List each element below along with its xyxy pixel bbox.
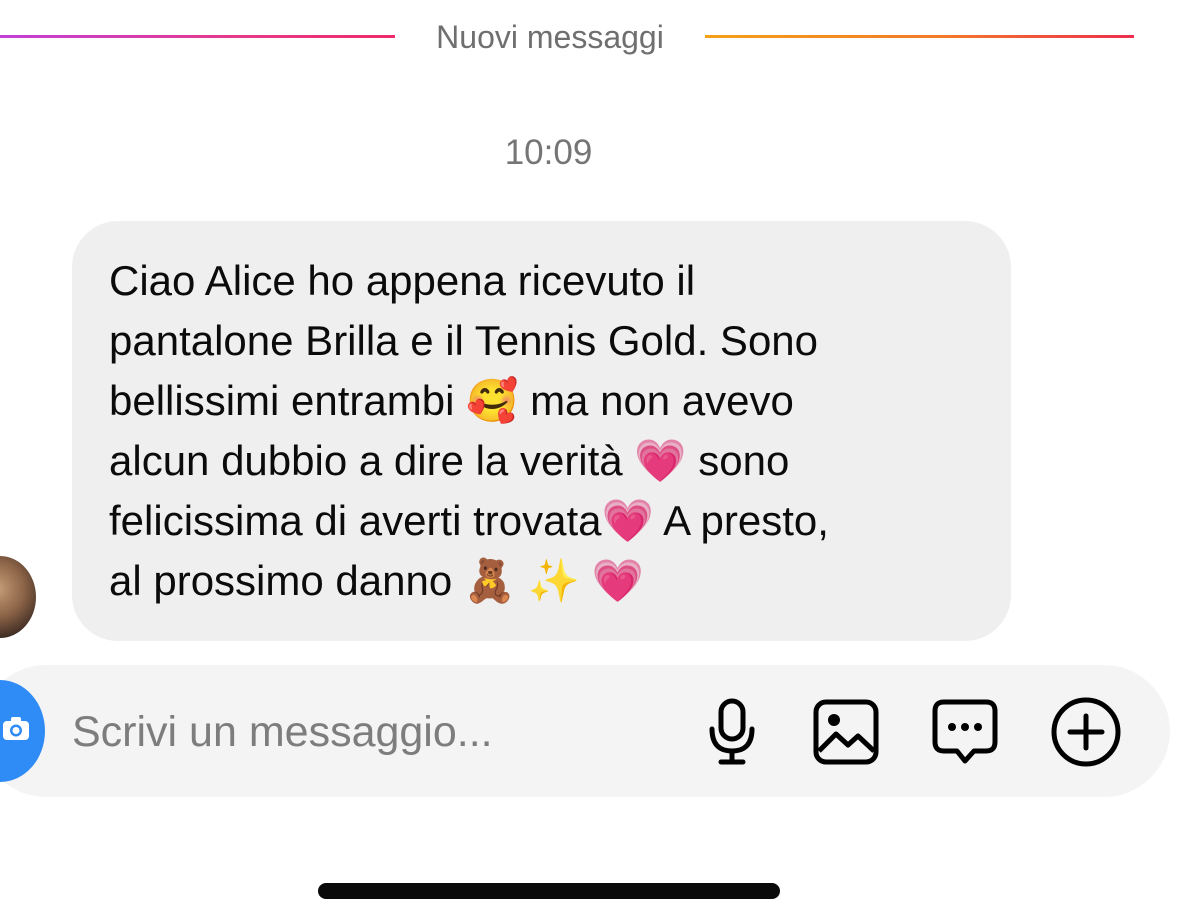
more-options-button[interactable] xyxy=(1048,694,1124,770)
sender-avatar[interactable] xyxy=(0,556,36,638)
gallery-button[interactable] xyxy=(808,694,884,770)
gallery-icon xyxy=(812,698,880,766)
chat-screen: Nuovi messaggi 10:09 Ciao Alice ho appen… xyxy=(0,0,1194,923)
message-bubble[interactable]: Ciao Alice ho appena ricevuto il pantalo… xyxy=(72,221,1011,641)
message-input[interactable] xyxy=(72,695,632,769)
new-messages-divider-left xyxy=(0,35,395,38)
new-messages-divider-right xyxy=(705,35,1134,38)
sticker-button[interactable] xyxy=(927,694,1003,770)
camera-icon xyxy=(1,714,31,749)
new-messages-divider-label: Nuovi messaggi xyxy=(436,19,664,55)
message-timestamp: 10:09 xyxy=(504,133,593,172)
voice-message-button[interactable] xyxy=(694,694,770,770)
plus-circle-icon xyxy=(1050,696,1122,768)
microphone-icon xyxy=(702,697,762,767)
home-indicator[interactable] xyxy=(318,883,780,899)
chat-bubble-icon xyxy=(930,697,1000,767)
message-text: Ciao Alice ho appena ricevuto il pantalo… xyxy=(109,257,829,604)
